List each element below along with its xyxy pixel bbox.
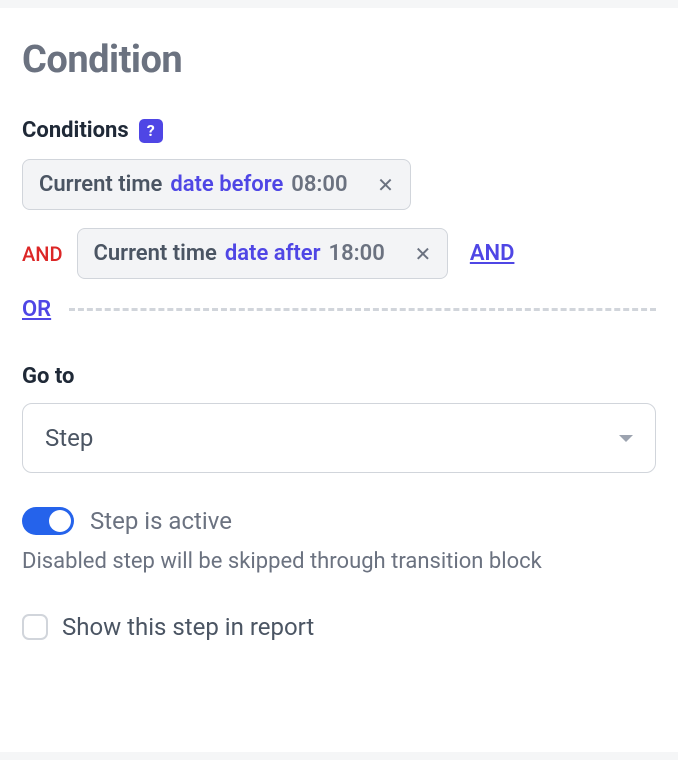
step-active-row: Step is active <box>22 507 656 535</box>
show-in-report-label: Show this step in report <box>62 613 314 641</box>
help-icon[interactable]: ? <box>139 119 163 143</box>
panel-title: Condition <box>22 38 656 82</box>
step-active-helper: Disabled step will be skipped through tr… <box>22 545 642 579</box>
chevron-down-icon <box>619 435 633 442</box>
goto-selected-value: Step <box>45 424 93 452</box>
condition-operator: date after <box>225 241 321 266</box>
divider-dashed <box>69 308 656 311</box>
close-icon[interactable]: ✕ <box>374 175 398 195</box>
condition-panel: Condition Conditions ? Current time date… <box>0 8 678 752</box>
add-or-button[interactable]: OR <box>22 297 51 322</box>
condition-value: 18:00 <box>329 241 385 266</box>
condition-row-1: Current time date before 08:00 ✕ <box>22 159 656 210</box>
add-and-button[interactable]: AND <box>470 241 515 266</box>
condition-chip[interactable]: Current time date before 08:00 ✕ <box>22 159 411 210</box>
goto-select[interactable]: Step <box>22 403 656 473</box>
show-in-report-row: Show this step in report <box>22 613 656 641</box>
conditions-label-row: Conditions ? <box>22 118 656 143</box>
show-in-report-checkbox[interactable] <box>22 614 48 640</box>
joiner-and-label: AND <box>22 242 63 266</box>
conditions-label: Conditions <box>22 118 129 143</box>
condition-value: 08:00 <box>291 172 347 197</box>
condition-row-2: AND Current time date after 18:00 ✕ AND <box>22 228 656 279</box>
goto-label: Go to <box>22 364 656 389</box>
step-active-toggle[interactable] <box>22 507 74 535</box>
condition-operator: date before <box>170 172 283 197</box>
condition-subject: Current time <box>39 172 162 197</box>
condition-chip[interactable]: Current time date after 18:00 ✕ <box>77 228 448 279</box>
toggle-knob <box>49 510 71 532</box>
step-active-label: Step is active <box>90 507 232 535</box>
close-icon[interactable]: ✕ <box>411 244 435 264</box>
or-row: OR <box>22 297 656 322</box>
condition-subject: Current time <box>94 241 217 266</box>
